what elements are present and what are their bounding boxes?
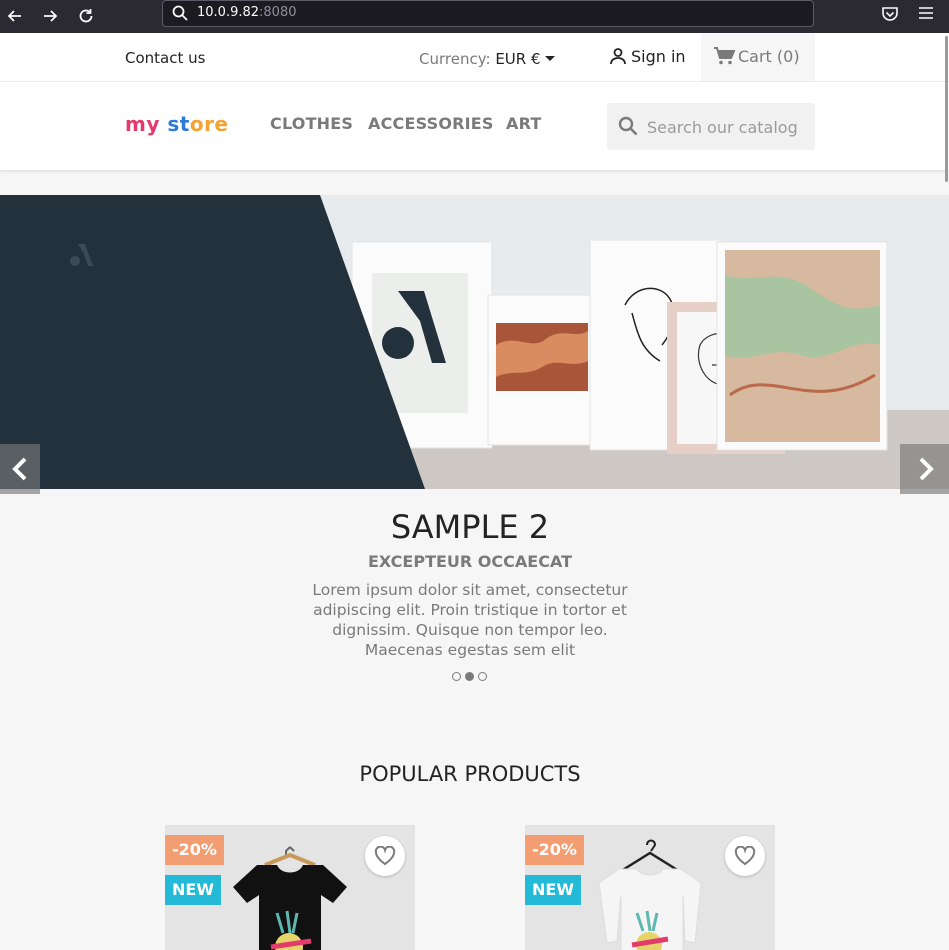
currency-selector[interactable]: Currency: EUR € bbox=[419, 50, 555, 68]
slider-dot[interactable] bbox=[452, 672, 461, 681]
reload-icon[interactable] bbox=[75, 5, 97, 27]
product-image[interactable] bbox=[585, 835, 715, 950]
address-bar[interactable]: 10.0.9.82:8080 bbox=[162, 0, 814, 27]
popular-products-heading: POPULAR PRODUCTS bbox=[359, 762, 581, 786]
caret-down-icon bbox=[544, 56, 555, 61]
new-badge: NEW bbox=[165, 875, 221, 905]
product-card[interactable]: -20% NEW bbox=[525, 825, 775, 950]
page-scrollbar[interactable] bbox=[945, 36, 948, 182]
slider-next-button[interactable] bbox=[900, 444, 949, 494]
wishlist-button[interactable] bbox=[725, 836, 765, 876]
cart-count: (0) bbox=[776, 47, 800, 66]
new-badge: NEW bbox=[525, 875, 581, 905]
search-icon[interactable] bbox=[617, 115, 639, 137]
search-input[interactable] bbox=[647, 113, 807, 141]
nav-accessories[interactable]: ACCESSORIES bbox=[368, 114, 494, 133]
contact-link[interactable]: Contact us bbox=[125, 49, 205, 67]
forward-icon[interactable] bbox=[39, 5, 61, 27]
main-header: my store CLOTHES ACCESSORIES ART bbox=[0, 82, 949, 170]
product-image[interactable] bbox=[225, 835, 355, 950]
cart-label: Cart bbox=[738, 47, 772, 66]
chevron-left-icon bbox=[12, 457, 27, 481]
heart-icon bbox=[734, 846, 756, 866]
url-text: 10.0.9.82:8080 bbox=[197, 5, 297, 20]
header-nav-bar: Contact us Currency: EUR € Sign in Cart … bbox=[0, 33, 949, 82]
nav-art[interactable]: ART bbox=[506, 114, 542, 133]
search-icon bbox=[172, 5, 188, 21]
heart-icon bbox=[374, 846, 396, 866]
wishlist-button[interactable] bbox=[365, 836, 405, 876]
discount-badge: -20% bbox=[165, 835, 224, 865]
store-logo[interactable]: my store bbox=[125, 112, 229, 136]
slider-dot-active[interactable] bbox=[465, 672, 474, 681]
slide-subtitle: EXCEPTEUR OCCAECAT bbox=[367, 552, 572, 571]
sign-in-label: Sign in bbox=[631, 47, 686, 66]
slider-dot[interactable] bbox=[478, 672, 487, 681]
catalog-search bbox=[607, 103, 815, 150]
user-icon bbox=[610, 48, 626, 65]
slider-prev-button[interactable] bbox=[0, 444, 40, 494]
cart-icon bbox=[714, 47, 736, 65]
cart-button[interactable]: Cart (0) bbox=[701, 33, 815, 81]
slide-title: SAMPLE 2 bbox=[390, 508, 550, 546]
hero-slide-image bbox=[0, 195, 949, 489]
back-icon[interactable] bbox=[4, 5, 26, 27]
chevron-right-icon bbox=[919, 457, 934, 481]
nav-clothes[interactable]: CLOTHES bbox=[270, 114, 353, 133]
slide-description: Lorem ipsum dolor sit amet, consectetur … bbox=[312, 581, 628, 659]
browser-toolbar: 10.0.9.82:8080 bbox=[0, 0, 949, 33]
sign-in-link[interactable]: Sign in bbox=[609, 47, 686, 66]
menu-icon[interactable] bbox=[918, 5, 934, 21]
product-card[interactable]: -20% NEW bbox=[165, 825, 415, 950]
discount-badge: -20% bbox=[525, 835, 584, 865]
pocket-icon[interactable] bbox=[880, 4, 900, 24]
currency-value: EUR € bbox=[495, 50, 541, 68]
currency-label: Currency: bbox=[419, 50, 491, 68]
